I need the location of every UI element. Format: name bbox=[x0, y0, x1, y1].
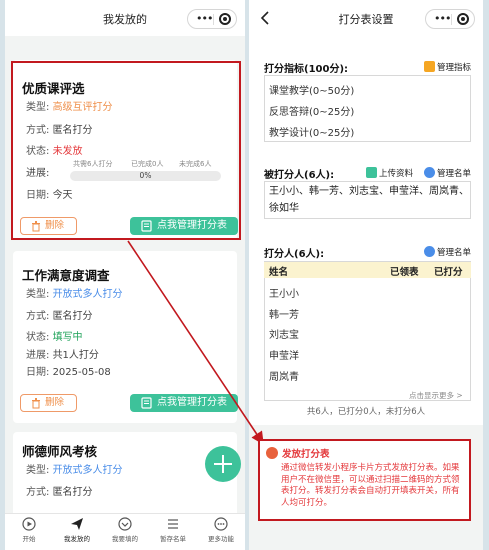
edit-sheet-icon bbox=[141, 397, 152, 409]
mini-program-capsule[interactable]: ••• bbox=[187, 9, 237, 29]
highlight-frame bbox=[11, 61, 241, 240]
tab-more[interactable]: 更多功能 bbox=[197, 517, 245, 543]
score-sheet-card: 工作满意度调查 类型: 开放式多人打分 方式: 匿名打分 状态: 填写中 进展:… bbox=[13, 251, 238, 423]
progress-row: 进展: 共1人打分 bbox=[26, 350, 99, 361]
tab-saved-lists[interactable]: 暂存名单 bbox=[149, 517, 197, 543]
col-received: 已领表 bbox=[390, 267, 419, 278]
score-sheet-card: 师德师风考核 类型: 开放式多人打分 方式: 匿名打分 bbox=[13, 432, 237, 522]
criteria-item: 课堂教学(0~50分) bbox=[269, 86, 355, 97]
tab-bar: 开始 我发放的 我要填的 暂存名单 更多功能 bbox=[5, 513, 245, 550]
card-title: 工作满意度调查 bbox=[22, 268, 110, 283]
upload-materials-button[interactable]: 上传资料 bbox=[366, 167, 413, 179]
date-value: 2025-05-08 bbox=[52, 367, 111, 378]
tab-to-fill[interactable]: 我要填的 bbox=[101, 517, 149, 543]
close-target-icon[interactable] bbox=[219, 13, 231, 25]
mode-row: 方式: 匿名打分 bbox=[26, 487, 93, 498]
manage-sheet-button[interactable]: 点我管理打分表 bbox=[130, 394, 238, 412]
criteria-item: 教学设计(0~25分) bbox=[269, 128, 355, 139]
scored-names: 王小小、韩一芳、刘志宝、申莹洋、周岚青、徐如华 bbox=[269, 186, 469, 214]
more-icon[interactable]: ••• bbox=[196, 11, 213, 27]
more-icon[interactable]: ••• bbox=[434, 11, 451, 27]
more-circle-icon bbox=[214, 517, 228, 531]
trash-icon bbox=[32, 398, 40, 409]
status-badge: 填写中 bbox=[52, 332, 83, 343]
manage-scorers-button[interactable]: 管理名单 bbox=[424, 246, 471, 258]
scoring-summary: 共6人，已打分0人，未打分6人 bbox=[306, 407, 426, 417]
show-more-link[interactable]: 点击显示更多 > bbox=[409, 390, 463, 401]
table-row: 王小小 bbox=[269, 289, 299, 300]
type-value: 开放式多人打分 bbox=[52, 465, 123, 476]
user-icon bbox=[424, 246, 435, 257]
play-icon bbox=[22, 517, 36, 531]
send-icon bbox=[71, 518, 83, 530]
mode-row: 方式: 匿名打分 bbox=[26, 311, 93, 322]
close-target-icon[interactable] bbox=[457, 13, 469, 25]
date-row: 日期: 2025-05-08 bbox=[26, 367, 111, 378]
folder-icon bbox=[366, 167, 377, 178]
table-row: 韩一芳 bbox=[269, 310, 299, 321]
col-scored: 已打分 bbox=[434, 267, 463, 278]
tab-my-issued[interactable]: 我发放的 bbox=[53, 517, 101, 543]
callout-title: 发放打分表 bbox=[282, 449, 330, 460]
status-row: 状态: 填写中 bbox=[26, 332, 83, 343]
criteria-list: 课堂教学(0~50分) 反思答辩(0~25分) 教学设计(0~25分) bbox=[264, 75, 471, 142]
table-row: 刘志宝 bbox=[269, 330, 299, 341]
table-row: 周岚青 bbox=[269, 372, 299, 383]
progress-value: 共1人打分 bbox=[52, 350, 99, 361]
inbox-icon bbox=[118, 517, 132, 531]
col-name: 姓名 bbox=[269, 267, 289, 278]
list-icon bbox=[168, 519, 178, 529]
type-value: 开放式多人打分 bbox=[52, 289, 123, 300]
delete-button[interactable]: 删除 bbox=[20, 394, 77, 412]
table-header: 姓名 已领表 已打分 bbox=[264, 262, 471, 278]
table-row: 申莹洋 bbox=[269, 351, 299, 362]
scorers-title: 打分人(6人): bbox=[264, 249, 325, 260]
mode-value: 匿名打分 bbox=[52, 487, 93, 498]
callout-text: 通过微信转发小程序卡片方式发放打分表。如果用户不在微信里，可以通过扫描二维码的方… bbox=[281, 463, 460, 508]
send-icon bbox=[266, 447, 278, 459]
annotation-callout: 发放打分表 通过微信转发小程序卡片方式发放打分表。如果用户不在微信里，可以通过扫… bbox=[258, 439, 471, 521]
manage-list-button[interactable]: 管理名单 bbox=[424, 167, 471, 179]
type-row: 类型: 开放式多人打分 bbox=[26, 289, 123, 300]
criteria-icon bbox=[424, 61, 435, 72]
capsule-divider bbox=[451, 14, 452, 25]
user-icon bbox=[424, 167, 435, 178]
nav-bar: 打分表设置 ••• bbox=[249, 0, 483, 36]
add-button[interactable] bbox=[205, 446, 241, 482]
mini-program-capsule[interactable]: ••• bbox=[425, 9, 475, 29]
nav-bar: 我发放的 ••• bbox=[5, 0, 245, 36]
mode-value: 匿名打分 bbox=[52, 311, 93, 322]
tab-start[interactable]: 开始 bbox=[5, 517, 53, 543]
card-title: 师德师风考核 bbox=[22, 444, 98, 459]
criteria-item: 反思答辩(0~25分) bbox=[269, 107, 355, 118]
scored-persons-title: 被打分人(6人): bbox=[264, 170, 335, 181]
type-row: 类型: 开放式多人打分 bbox=[26, 465, 123, 476]
capsule-divider bbox=[213, 14, 214, 25]
manage-criteria-button[interactable]: 管理指标 bbox=[424, 61, 471, 73]
criteria-title: 打分指标(100分): bbox=[264, 64, 349, 75]
